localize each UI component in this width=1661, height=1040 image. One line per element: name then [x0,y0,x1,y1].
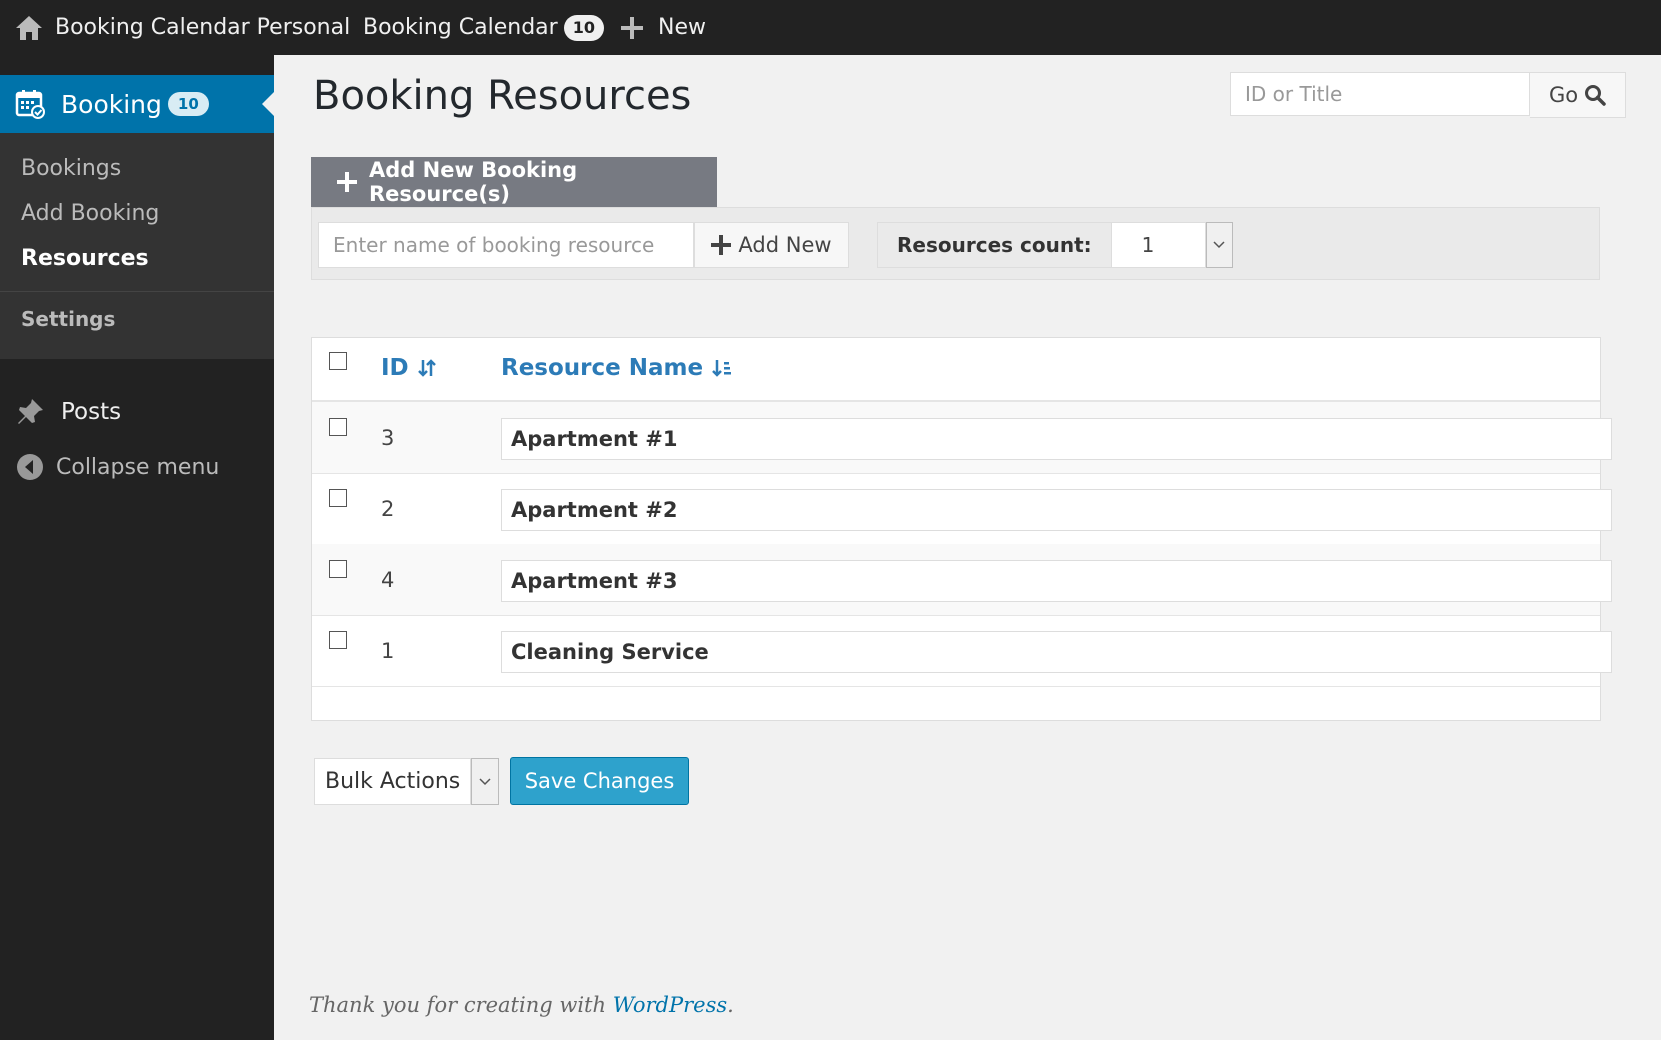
footer-text: Thank you for creating with [309,993,613,1017]
new-content-link[interactable]: New [620,0,706,55]
column-name-label: Resource Name [501,355,704,381]
sidebar-item-posts[interactable]: Posts [0,387,274,437]
bulk-actions-label: Bulk Actions [325,769,461,794]
resources-count-dropdown-button[interactable] [1205,222,1233,268]
sidebar-item-resources[interactable]: Resources [21,246,149,271]
save-changes-button[interactable]: Save Changes [510,757,689,805]
resource-name-field[interactable] [501,560,1612,602]
resources-count-group: Resources count: 1 [877,222,1233,268]
admin-footer: Thank you for creating with WordPress. [309,993,734,1017]
bulk-actions-dropdown-button[interactable] [471,758,499,805]
search-input[interactable] [1230,72,1530,116]
tab-label: Add New Booking Resource(s) [369,158,578,206]
submenu-divider [0,291,274,292]
add-resource-panel: Add New Resources count: 1 [311,207,1600,280]
sidebar-item-bookings[interactable]: Bookings [21,156,121,181]
main-content: Booking Resources Go Add New Booking Res… [274,55,1661,1040]
resource-name-field[interactable] [501,418,1612,460]
plus-icon [620,16,644,40]
collapse-menu-button[interactable]: Collapse menu [0,442,274,492]
resources-count-select[interactable]: 1 [1111,222,1206,268]
row-checkbox[interactable] [329,489,347,507]
search-icon [1584,84,1606,106]
booking-submenu: Bookings Add Booking Resources Settings [0,133,274,359]
calendar-icon [15,89,45,119]
add-new-button[interactable]: Add New [694,222,849,268]
row-id: 2 [381,497,395,521]
collapse-label: Collapse menu [56,454,220,480]
resource-name-field[interactable] [501,631,1612,673]
row-id: 4 [381,568,395,592]
plugin-count-badge: 10 [563,14,604,41]
go-label: Go [1548,83,1579,107]
table-row: 3 [312,402,1612,474]
row-id: 3 [381,426,395,450]
sidebar-item-add-booking[interactable]: Add Booking [21,201,159,226]
admin-bar: Booking Calendar Personal Booking Calend… [0,0,1661,55]
row-id: 1 [381,639,395,663]
resources-count-label: Resources count: [877,222,1112,268]
footer-period: . [727,993,734,1017]
resource-name-input[interactable] [318,222,694,268]
plugin-link[interactable]: Booking Calendar 10 [363,0,604,55]
admin-sidebar: Booking 10 Bookings Add Booking Resource… [0,55,274,1040]
site-name: Booking Calendar Personal [55,15,351,40]
column-id-label: ID [381,355,409,381]
search-form: Go [1230,72,1626,118]
chevron-down-icon [479,777,491,786]
sidebar-item-label: Booking [61,89,162,119]
current-menu-arrow [262,92,274,116]
bulk-actions-select[interactable]: Bulk Actions [314,758,471,805]
plus-icon [711,235,732,255]
site-home-link[interactable]: Booking Calendar Personal [15,0,350,55]
page-title: Booking Resources [313,73,692,119]
resources-table: ID Resource Name 3 2 4 [311,337,1612,721]
resource-name-field[interactable] [501,489,1612,531]
row-checkbox[interactable] [329,560,347,578]
table-row: 2 [312,473,1612,545]
row-checkbox[interactable] [329,418,347,436]
home-icon [15,15,43,41]
go-button[interactable]: Go [1530,72,1626,118]
table-header: ID Resource Name [312,338,1600,402]
resources-count-value: 1 [1141,233,1155,257]
add-new-label: Add New [738,233,832,257]
sort-icon [417,358,437,378]
chevron-down-icon [1213,241,1225,249]
table-row: 1 [312,615,1612,687]
select-all-checkbox[interactable] [329,352,347,370]
sidebar-item-label: Posts [61,399,122,425]
pushpin-icon [15,397,45,427]
tab-add-new-resource[interactable]: Add New Booking Resource(s) [311,157,717,207]
plus-icon [337,172,357,192]
table-row: 4 [312,544,1612,616]
bulk-actions-group: Bulk Actions [314,758,499,805]
booking-count-badge: 10 [167,92,209,116]
wordpress-link[interactable]: WordPress [613,993,727,1017]
new-label: New [658,15,706,40]
column-id-header[interactable]: ID [381,355,437,381]
collapse-arrow-icon [16,453,44,481]
sidebar-item-settings[interactable]: Settings [21,307,115,331]
row-checkbox[interactable] [329,631,347,649]
sidebar-item-booking[interactable]: Booking 10 [0,75,274,133]
sort-alpha-icon [712,358,732,378]
plugin-name: Booking Calendar [363,15,558,40]
column-name-header[interactable]: Resource Name [501,355,732,381]
